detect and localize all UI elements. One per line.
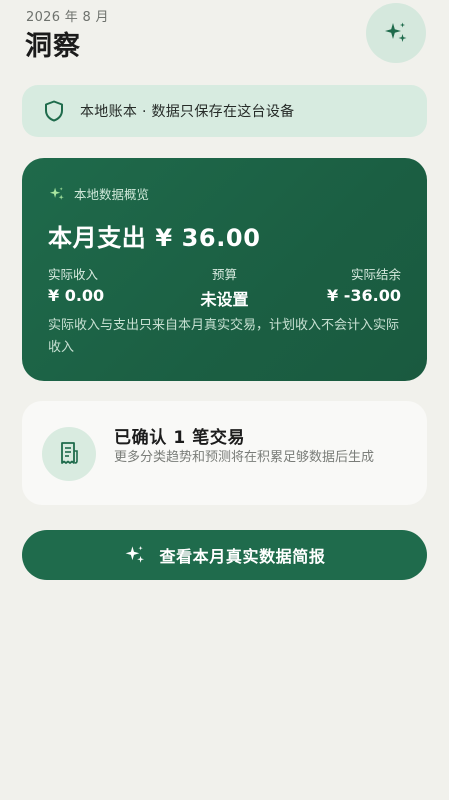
report-button-label: 查看本月真实数据简报 <box>159 547 326 566</box>
confirmed-transactions-card[interactable]: 已确认 1 笔交易 更多分类趋势和预测将在积累足够数据后生成 <box>22 401 427 505</box>
privacy-banner: 本地账本 · 数据只保存在这台设备 <box>22 85 427 137</box>
monthly-spending: 本月支出 ¥ 36.00 <box>48 224 261 252</box>
stat-label: 实际结余 <box>350 267 401 282</box>
view-monthly-report-button[interactable]: 查看本月真实数据简报 <box>22 530 427 580</box>
overview-note: 实际收入与支出只来自本月真实交易，计划收入不会计入实际收入 <box>48 318 400 355</box>
insights-screen: 2026 年 8 月 洞察 本地账本 · 数据只保存在这台设备 本地数据概览 本… <box>0 0 449 800</box>
page-title: 洞察 <box>25 31 81 62</box>
overview-chip: 本地数据概览 <box>48 184 149 203</box>
shield-icon <box>44 100 64 122</box>
receipt-icon <box>42 427 96 481</box>
confirmed-subtitle: 更多分类趋势和预测将在积累足够数据后生成 <box>114 450 375 465</box>
stat-value: ¥ -36.00 <box>327 286 401 305</box>
sparkle-icon <box>123 543 147 567</box>
header-date: 2026 年 8 月 <box>26 10 109 25</box>
sparkle-icon <box>385 22 407 42</box>
sparkle-icon <box>48 185 66 203</box>
privacy-text: 本地账本 · 数据只保存在这台设备 <box>80 104 295 120</box>
sparkle-button[interactable] <box>366 3 426 63</box>
confirmed-title: 已确认 1 笔交易 <box>114 428 246 448</box>
stat-actual-balance: 实际结余 ¥ -36.00 <box>327 264 401 305</box>
overview-chip-label: 本地数据概览 <box>74 187 150 202</box>
overview-card: 本地数据概览 本月支出 ¥ 36.00 实际收入 ¥ 0.00 预算 未设置 实… <box>22 158 427 381</box>
